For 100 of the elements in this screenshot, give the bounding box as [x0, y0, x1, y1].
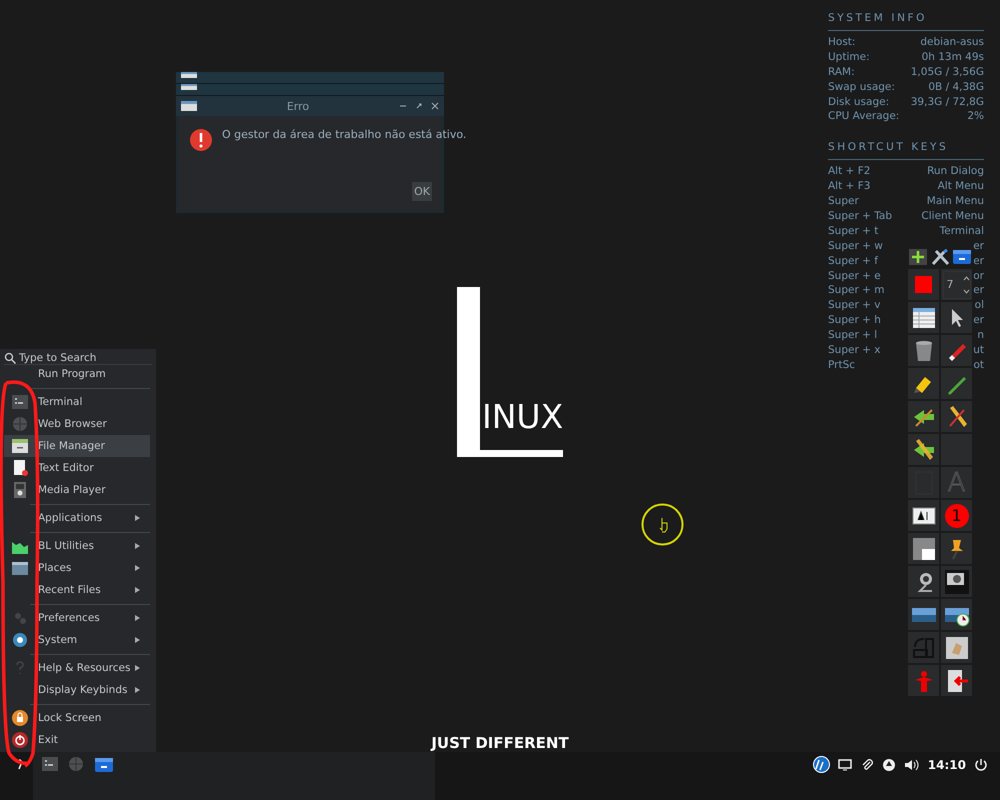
text-editor-icon — [12, 460, 28, 476]
menu-item[interactable]: Places — [4, 557, 150, 579]
shortcut-label: Super + x — [828, 343, 880, 358]
window-icon — [181, 101, 197, 111]
shortcut-label: Super + f — [828, 254, 878, 269]
info-label: CPU Average: — [828, 109, 900, 124]
folder-icon — [12, 560, 28, 576]
shortcut-value: Alt Menu — [938, 179, 984, 194]
shortcut-value: n — [977, 328, 984, 344]
gear-icon — [12, 632, 28, 648]
shortcut-label: Super + Tab — [828, 209, 892, 224]
info-value: 39,3G / 72,8G — [910, 94, 984, 110]
menu-item[interactable]: System — [4, 629, 150, 651]
section-heading: SHORTCUT KEYS — [828, 141, 984, 160]
window-title: Erro — [286, 100, 310, 112]
tool-button[interactable] — [908, 434, 939, 465]
screen-area-icon — [910, 536, 936, 562]
tool-button[interactable] — [941, 566, 972, 597]
menu-item[interactable]: File Manager — [4, 435, 150, 457]
shortcut-value: er — [973, 254, 984, 269]
menu-item[interactable]: Run Program — [4, 363, 150, 385]
shortcut-value: ol — [974, 298, 984, 314]
info-label: RAM: — [828, 64, 855, 80]
info-value: debian-asus — [920, 35, 984, 50]
shortcut-value: or — [973, 268, 984, 284]
tool-button[interactable] — [941, 533, 972, 564]
tagline: JUST DIFFERENT — [430, 735, 570, 752]
window-launcher-icon — [94, 756, 114, 774]
shortcut-value: Terminal — [940, 224, 984, 239]
globe-launcher-icon — [68, 756, 84, 772]
tool-button[interactable] — [941, 302, 972, 333]
shortcut-label: Super + v — [828, 298, 880, 314]
speaker-tray-icon — [904, 758, 920, 772]
shortcut-value: er — [973, 313, 984, 328]
power-icon — [12, 732, 28, 748]
menu-item[interactable]: BL Utilities — [4, 535, 150, 557]
search-icon — [4, 352, 16, 364]
tool-button[interactable] — [941, 599, 972, 630]
tool-button[interactable] — [908, 335, 939, 366]
cursor-highlight-icon — [641, 503, 684, 546]
search-field[interactable]: Type to Search — [4, 352, 152, 365]
shortcut-value: Client Menu — [921, 209, 984, 224]
tool-button[interactable] — [941, 401, 972, 432]
shortcut-value: ut — [973, 343, 984, 358]
info-label: Swap usage: — [828, 80, 895, 95]
shortcut-label: Super + e — [828, 268, 881, 284]
shortcut-label: Super + l — [828, 328, 878, 344]
clock: 14:10 — [928, 758, 966, 772]
tool-button[interactable] — [908, 302, 939, 333]
gears-icon — [12, 610, 28, 626]
file-manager-icon — [12, 438, 28, 454]
tool-button[interactable] — [941, 665, 972, 696]
tool-button[interactable] — [908, 566, 939, 597]
logo-text: INUX — [482, 397, 564, 437]
info-label: Uptime: — [828, 50, 870, 65]
menu-item[interactable]: Lock Screen — [4, 707, 150, 729]
lock-icon — [12, 710, 28, 726]
maximize-icon[interactable] — [415, 102, 423, 110]
add-tool-icon — [908, 248, 928, 266]
shortcut-label: Alt + F2 — [828, 164, 870, 180]
camera-icon — [944, 568, 970, 594]
menu-item[interactable]: Display Keybinds — [4, 679, 150, 701]
info-label: Host: — [828, 35, 856, 50]
tool-button[interactable] — [908, 368, 939, 399]
menu-item[interactable]: Web Browser — [4, 413, 150, 435]
shortcut-value: er — [973, 283, 984, 298]
menu-item[interactable]: Help & Resources — [4, 657, 150, 679]
screen-tray-icon — [838, 758, 852, 772]
terminal-launcher-icon — [42, 756, 58, 772]
menu-item[interactable]: Exit — [4, 729, 150, 751]
shortcut-label: Super + h — [828, 313, 881, 328]
tool-button[interactable] — [908, 401, 939, 432]
globe-icon — [12, 416, 28, 432]
error-message: O gestor da área de trabalho não está ativo. — [222, 128, 466, 141]
shortcut-value: Main Menu — [926, 194, 984, 210]
hp-tray-icon — [812, 756, 830, 773]
update-tray-icon — [882, 758, 896, 772]
shortcut-label: Super + m — [828, 283, 884, 298]
shortcut-value: ot — [973, 358, 984, 373]
menu-item[interactable]: Recent Files — [4, 579, 150, 601]
tool-button[interactable] — [908, 533, 939, 564]
shortcut-value: Run Dialog — [927, 164, 984, 180]
info-value: 2% — [967, 109, 984, 124]
shortcut-label: Super — [828, 194, 859, 210]
menu-item[interactable]: Text Editor — [4, 457, 150, 479]
info-value: 0h 13m 49s — [922, 50, 984, 65]
power-icon — [974, 758, 988, 772]
close-icon[interactable] — [431, 102, 439, 110]
terminal-icon — [12, 394, 28, 410]
tool-button[interactable] — [941, 632, 972, 663]
ok-button[interactable]: OK — [412, 182, 432, 201]
menu-item[interactable]: Terminal — [4, 391, 150, 413]
info-value: 1,05G / 3,56G — [910, 64, 984, 80]
shortcut-label: PrtSc — [828, 358, 856, 373]
info-label: Disk usage: — [828, 94, 890, 110]
menu-item[interactable]: Preferences — [4, 607, 150, 629]
shortcut-value: er — [973, 238, 984, 254]
shortcut-label: Super + w — [828, 238, 883, 254]
shortcut-label: Super + t — [828, 224, 878, 239]
tool-button[interactable] — [908, 500, 939, 531]
